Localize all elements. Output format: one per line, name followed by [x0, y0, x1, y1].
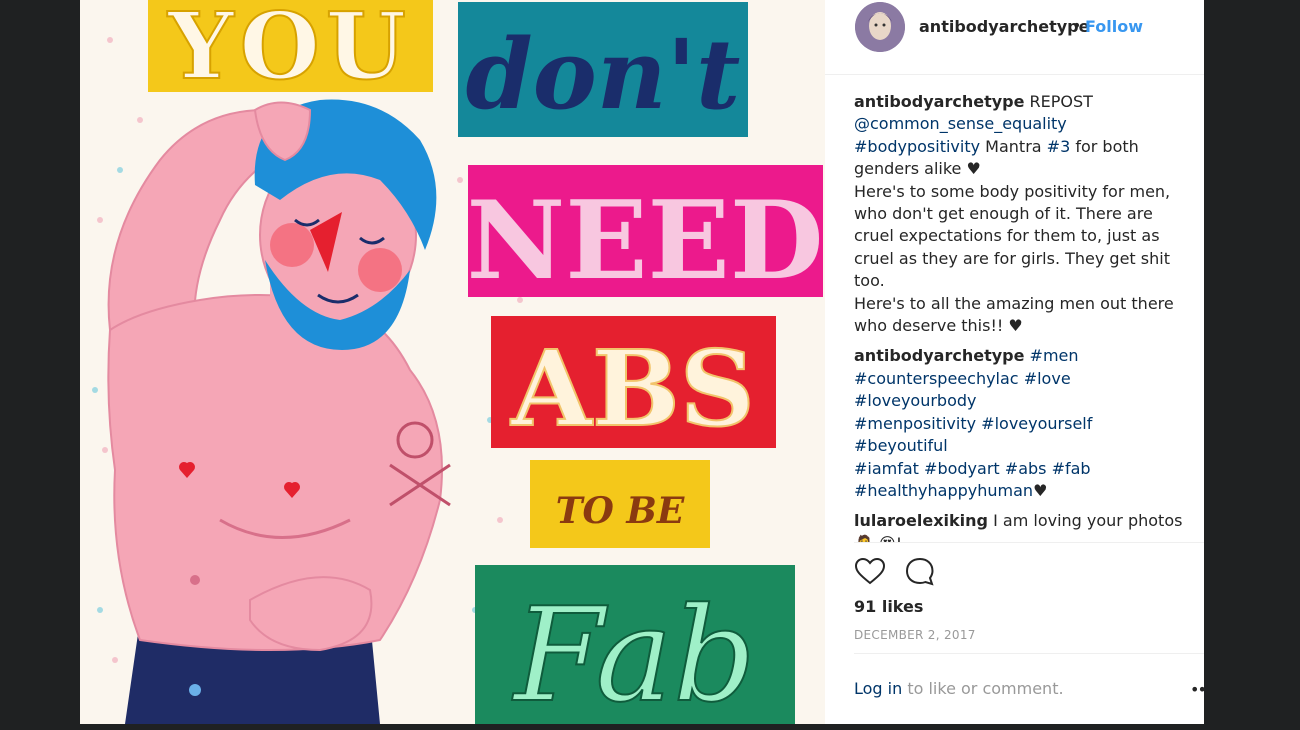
hashtag-link[interactable]: #love	[1024, 369, 1071, 388]
comment-username[interactable]: lularoelexiking	[854, 511, 988, 530]
post-date: DECEMBER 2, 2017	[854, 628, 976, 642]
hashtag-link[interactable]: #counterspeechylac	[854, 369, 1019, 388]
mention-link[interactable]: @common_sense_equality	[854, 114, 1067, 133]
more-options-icon[interactable]: ••	[1190, 680, 1207, 699]
comment-text: ♥	[1033, 480, 1048, 500]
login-prompt-text: to like or comment.	[902, 679, 1064, 698]
hashtag-link[interactable]: #abs	[1005, 459, 1047, 478]
hashtag-link[interactable]: #fab	[1052, 459, 1091, 478]
hashtag-link[interactable]: #men	[1030, 346, 1079, 365]
post-image[interactable]: YOU don't NEED ABS TO BE Fab	[80, 0, 825, 724]
hashtag-link[interactable]: #bodypositivity	[854, 137, 980, 156]
header-username[interactable]: antibodyarchetype	[919, 17, 1089, 36]
login-prompt: Log in to like or comment.	[854, 679, 1064, 698]
hashtag-link[interactable]: #loveyourbody	[854, 391, 977, 410]
hashtag-link[interactable]: #menpositivity	[854, 414, 976, 433]
comment-text: Mantra	[980, 136, 1047, 156]
art-word-abs: ABS	[510, 327, 755, 450]
divider-bottom	[854, 653, 1204, 654]
art-word-need: NEED	[466, 178, 823, 304]
comment-text: REPOST	[1029, 92, 1093, 111]
comment: antibodyarchetype #men #counterspeechyla…	[854, 345, 1189, 502]
hashtag-link[interactable]: #3	[1047, 137, 1071, 156]
post-artwork: YOU don't NEED ABS TO BE Fab	[92, 0, 824, 724]
art-word-fab: Fab	[512, 579, 756, 724]
post-sidebar: antibodyarchetype • Follow antibodyarche…	[825, 0, 1204, 724]
divider-top	[854, 542, 1204, 543]
header-separator: •	[1072, 16, 1082, 35]
likes-count[interactable]: 91 likes	[854, 597, 923, 616]
hashtag-link[interactable]: #bodyart	[924, 459, 1000, 478]
post-header: antibodyarchetype • Follow	[825, 0, 1204, 75]
comments-list: antibodyarchetype REPOST @common_sense_e…	[854, 91, 1189, 542]
comment: lularoelexiking I am loving your photos …	[854, 510, 1189, 542]
art-word-dont: don't	[466, 18, 741, 131]
comment-bubble-icon[interactable]	[904, 556, 936, 588]
follow-button[interactable]: Follow	[1085, 17, 1143, 36]
login-link[interactable]: Log in	[854, 679, 902, 698]
art-word-tobe: TO BE	[556, 490, 685, 532]
comment-username[interactable]: antibodyarchetype	[854, 92, 1024, 111]
like-heart-icon[interactable]	[854, 556, 886, 588]
art-word-you: YOU	[167, 0, 412, 100]
hashtag-link[interactable]: #loveyourself	[981, 414, 1092, 433]
comment: antibodyarchetype REPOST @common_sense_e…	[854, 91, 1189, 337]
hashtag-link[interactable]: #iamfat	[854, 459, 919, 478]
comment-text: for both genders alike ♥ Here's to some …	[854, 136, 1174, 336]
comment-username[interactable]: antibodyarchetype	[854, 346, 1024, 365]
avatar[interactable]	[855, 2, 905, 52]
hashtag-link[interactable]: #healthyhappyhuman	[854, 481, 1033, 500]
hashtag-link[interactable]: #beyoutiful	[854, 436, 948, 455]
